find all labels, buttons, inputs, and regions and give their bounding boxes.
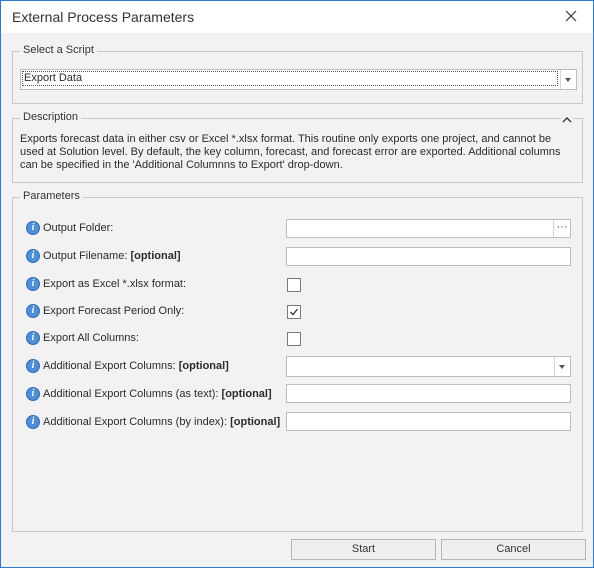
- select-script-label: Select a Script: [20, 44, 97, 56]
- start-button[interactable]: Start: [291, 539, 436, 560]
- close-icon[interactable]: [563, 8, 579, 24]
- description-label: Description: [20, 111, 82, 123]
- info-icon[interactable]: i: [26, 304, 40, 318]
- export-all-columns-checkbox[interactable]: [287, 332, 301, 346]
- parameters-label: Parameters: [20, 190, 83, 202]
- param-label: Export as Excel *.xlsx format:: [43, 278, 187, 290]
- parameters-group: Parameters i Output Folder: ··· i Output…: [12, 190, 583, 532]
- additional-columns-text-input[interactable]: [286, 384, 571, 403]
- select-script-group: Select a Script Export Data: [12, 44, 583, 104]
- additional-columns-index-field[interactable]: [287, 413, 570, 430]
- param-row-export-all-columns: i Export All Columns:: [26, 329, 286, 349]
- description-line: used at Solution level. By default, the …: [20, 146, 561, 158]
- param-row-export-excel: i Export as Excel *.xlsx format:: [26, 275, 286, 295]
- additional-columns-index-input[interactable]: [286, 412, 571, 431]
- chevron-down-icon: [559, 365, 565, 369]
- info-icon[interactable]: i: [26, 277, 40, 291]
- param-row-export-forecast-period: i Export Forecast Period Only:: [26, 302, 286, 322]
- browse-folder-button[interactable]: ···: [553, 220, 570, 237]
- additional-columns-text-field[interactable]: [287, 385, 570, 402]
- checkmark-icon: [290, 308, 299, 316]
- script-dropdown-value: Export Data: [22, 71, 558, 86]
- cancel-button[interactable]: Cancel: [441, 539, 586, 560]
- output-filename-input[interactable]: [286, 247, 571, 266]
- param-label: Additional Export Columns: [optional]: [43, 360, 229, 372]
- param-label: Additional Export Columns (by index): [o…: [43, 416, 281, 428]
- window-title: External Process Parameters: [12, 9, 195, 25]
- param-label: Additional Export Columns (as text): [op…: [43, 388, 272, 400]
- chevron-down-icon: [565, 78, 571, 82]
- export-forecast-period-checkbox[interactable]: [287, 305, 301, 319]
- param-label: Export All Columns:: [43, 332, 139, 344]
- info-icon[interactable]: i: [26, 387, 40, 401]
- description-text: Exports forecast data in either csv or E…: [20, 133, 580, 172]
- export-excel-checkbox[interactable]: [287, 278, 301, 292]
- info-icon[interactable]: i: [26, 221, 40, 235]
- description-group: Description Exports forecast data in eit…: [12, 111, 583, 183]
- description-line: can be specified in the 'Additional Colu…: [20, 159, 343, 171]
- param-row-additional-columns-text: i Additional Export Columns (as text): […: [26, 385, 296, 405]
- output-folder-field[interactable]: [287, 220, 570, 237]
- param-label: Output Folder:: [43, 222, 114, 234]
- param-label: Export Forecast Period Only:: [43, 305, 185, 317]
- param-label: Output Filename: [optional]: [43, 250, 181, 262]
- param-row-output-filename: i Output Filename: [optional]: [26, 247, 286, 267]
- description-line: Exports forecast data in either csv or E…: [20, 133, 552, 145]
- output-folder-input[interactable]: ···: [286, 219, 571, 238]
- info-icon[interactable]: i: [26, 415, 40, 429]
- chevron-up-icon[interactable]: [561, 115, 573, 125]
- param-row-additional-columns-index: i Additional Export Columns (by index): …: [26, 413, 296, 433]
- info-icon[interactable]: i: [26, 359, 40, 373]
- additional-columns-dropdown-button[interactable]: [554, 357, 570, 376]
- script-dropdown[interactable]: Export Data: [20, 69, 577, 90]
- title-bar: External Process Parameters: [1, 1, 593, 33]
- additional-columns-dropdown[interactable]: [286, 356, 571, 377]
- script-dropdown-button[interactable]: [560, 70, 576, 89]
- info-icon[interactable]: i: [26, 249, 40, 263]
- info-icon[interactable]: i: [26, 331, 40, 345]
- dialog-window: External Process Parameters Select a Scr…: [0, 0, 594, 568]
- param-row-additional-columns: i Additional Export Columns: [optional]: [26, 357, 286, 377]
- output-filename-field[interactable]: [287, 248, 570, 265]
